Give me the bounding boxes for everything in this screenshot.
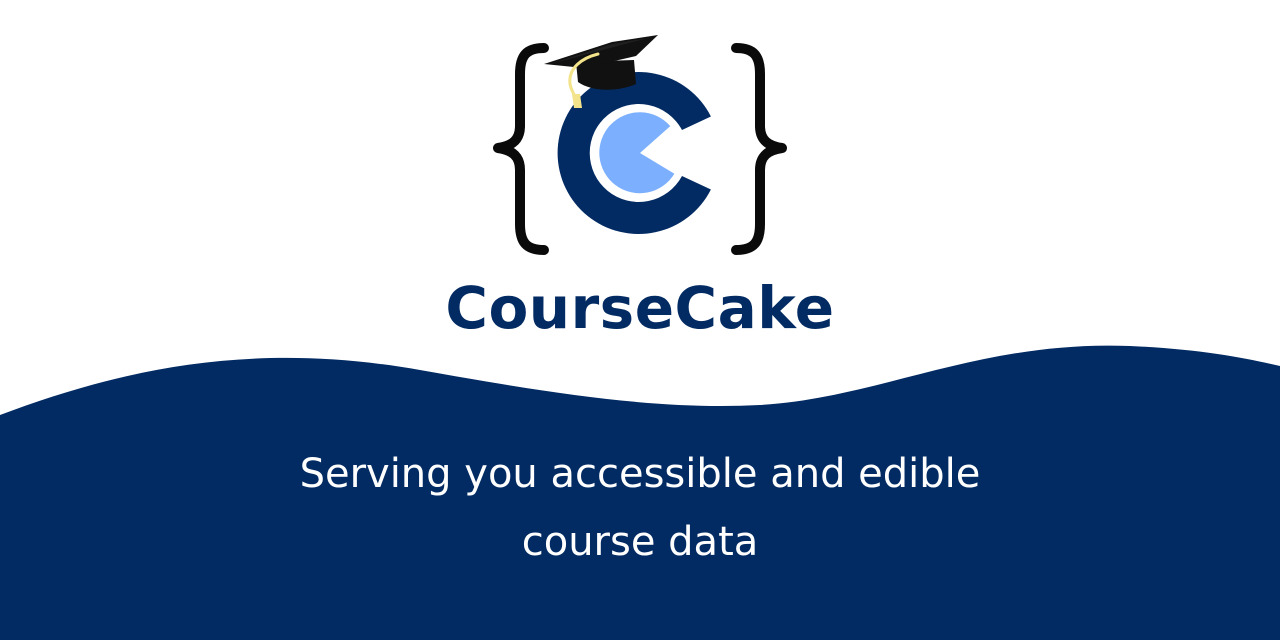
tagline-line-2: course data: [521, 519, 759, 565]
brand-name: CourseCake: [445, 274, 835, 342]
tagline: Serving you accessible and edible course…: [0, 440, 1280, 576]
cap-board-icon: [544, 35, 658, 68]
graduation-cap-c-logo-icon: [493, 35, 787, 255]
left-brace-icon: [493, 43, 549, 255]
banner: CourseCake Serving you accessible and ed…: [0, 0, 1280, 640]
pacman-icon: [599, 112, 675, 194]
tagline-line-1: Serving you accessible and edible: [299, 451, 981, 497]
right-brace-icon: [731, 43, 787, 255]
